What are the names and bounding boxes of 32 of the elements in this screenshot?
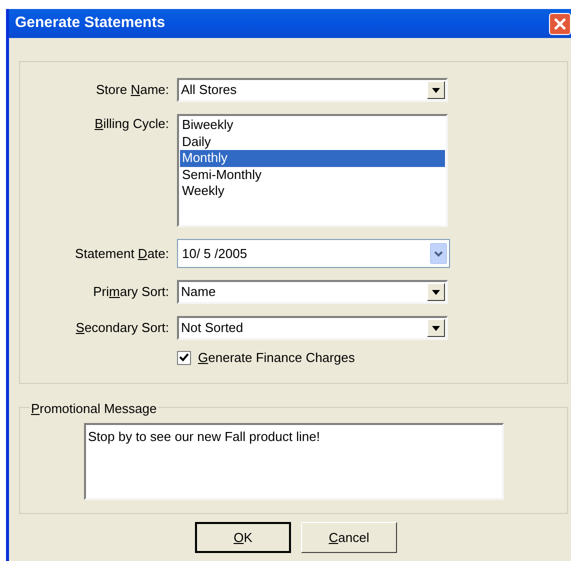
date-value: 10/ 5 /2005 (182, 244, 248, 263)
field-label: Secondary Sort: (74, 319, 170, 338)
dropdown[interactable]: Not Sorted (177, 316, 448, 340)
close-icon (554, 18, 566, 30)
field-label: Statement Date: (74, 244, 170, 263)
dropdown-value: Name (181, 283, 216, 302)
caret-down-icon (432, 326, 440, 330)
chevron-down-icon (434, 250, 443, 256)
dropdown[interactable]: All Stores (177, 78, 448, 102)
caret-down-icon (432, 88, 440, 92)
list-item[interactable]: Semi-Monthly (180, 166, 445, 183)
dropdown[interactable]: Name (177, 280, 448, 304)
close-button[interactable] (549, 12, 571, 34)
checkbox-label: Generate Finance Charges (198, 349, 355, 367)
field-label: Billing Cycle: (94, 115, 170, 133)
list-item[interactable]: Monthly (180, 150, 445, 166)
dialog-button[interactable]: Cancel (301, 522, 397, 553)
dropdown-value: All Stores (181, 81, 237, 100)
dialog-button[interactable]: OK (195, 522, 291, 553)
window-title: Generate Statements (15, 13, 166, 34)
date-picker[interactable]: 10/ 5 /2005 (177, 239, 450, 268)
field-label: Store Name: (95, 81, 170, 100)
listbox[interactable]: Biweekly Daily Monthly Semi-Monthly Weekly (177, 114, 448, 227)
list-item[interactable]: Daily (180, 134, 445, 150)
finance-charges-checkbox[interactable] (177, 350, 191, 365)
dropdown-value: Not Sorted (181, 319, 244, 338)
field-label: Primary Sort: (92, 283, 170, 302)
caret-down-icon (432, 290, 440, 294)
message-textarea[interactable]: Stop by to see our new Fall product line! (84, 423, 504, 500)
list-item[interactable]: Weekly (180, 183, 445, 200)
checkmark-icon (179, 353, 189, 362)
list-item[interactable]: Biweekly (180, 117, 445, 134)
